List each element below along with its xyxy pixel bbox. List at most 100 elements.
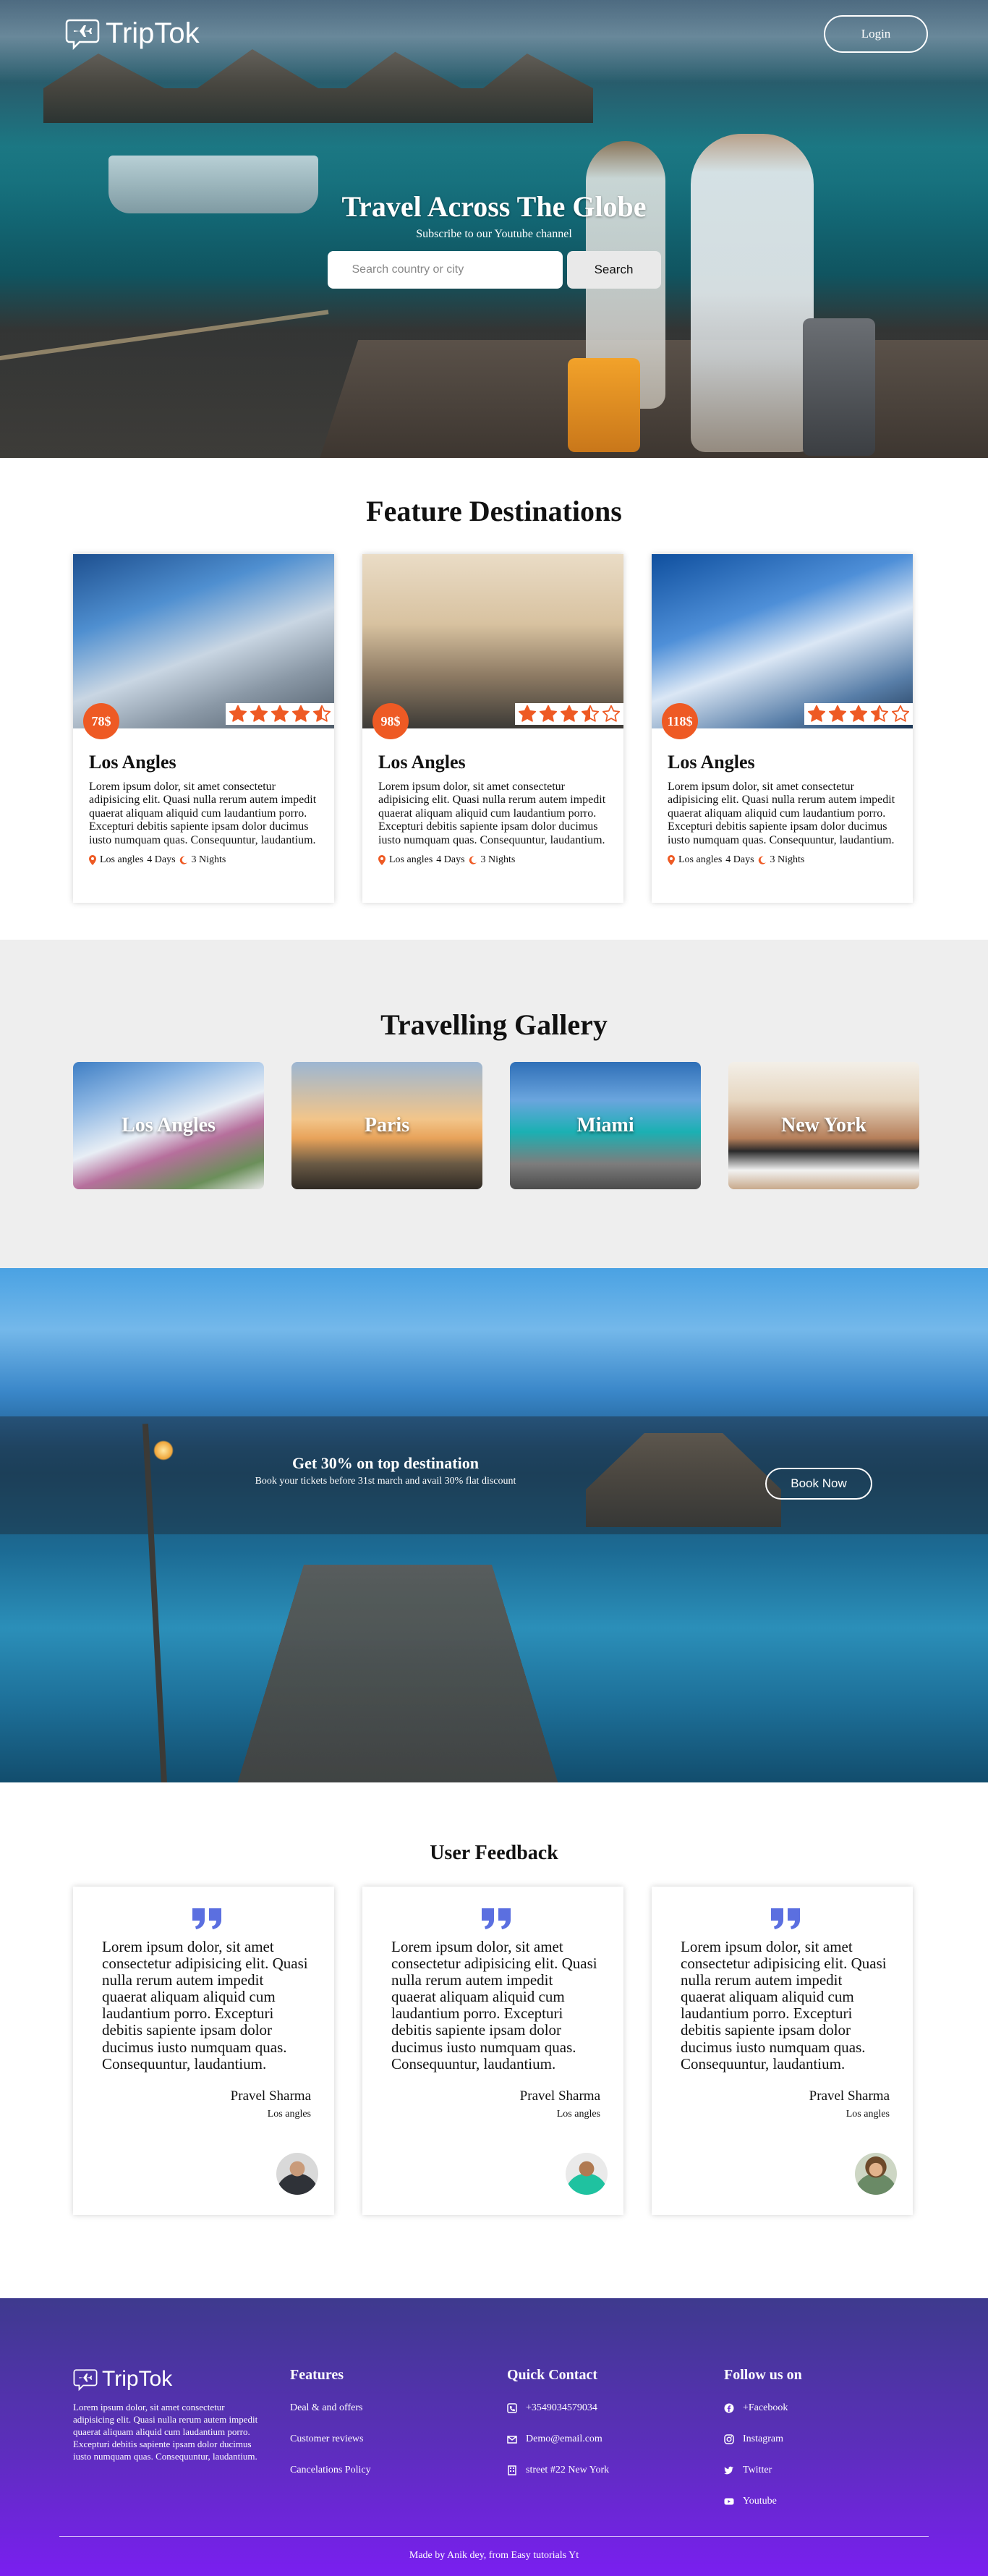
star-full-icon <box>229 705 247 722</box>
footer-contact-column: Quick Contact +3549034579034 Demo@email.… <box>507 2367 609 2486</box>
gallery-row: Los Angles Paris Miami New York <box>73 1062 988 1189</box>
destination-image <box>362 554 623 728</box>
star-full-icon <box>849 705 868 722</box>
book-now-button[interactable]: Book Now <box>765 1468 872 1500</box>
gallery-item-label: Los Angles <box>122 1114 216 1136</box>
avatar <box>855 2153 897 2195</box>
destination-image <box>652 554 913 728</box>
instagram-icon <box>724 2433 734 2444</box>
rating-stars <box>515 703 623 725</box>
building-icon <box>508 2465 516 2475</box>
footer-credit: Made by Anik dey, from Easy tutorials Yt <box>409 2550 579 2561</box>
navbar: TripTok Login <box>0 0 988 65</box>
star-full-icon <box>250 705 268 722</box>
star-empty-icon <box>602 705 621 722</box>
footer-social-facebook[interactable]: +Facebook <box>724 2392 802 2423</box>
footer-social-instagram[interactable]: Instagram <box>724 2423 802 2454</box>
footer-phone-text: +3549034579034 <box>526 2402 597 2413</box>
login-button[interactable]: Login <box>824 15 928 53</box>
star-full-icon <box>807 705 826 722</box>
card-location: Los angles <box>100 854 144 865</box>
star-empty-icon <box>891 705 910 722</box>
card-location: Los angles <box>389 854 433 865</box>
footer-features-column: Features Deal & and offers Customer revi… <box>290 2367 371 2486</box>
footer-contact-phone[interactable]: +3549034579034 <box>507 2392 609 2423</box>
offer-jetty-image <box>166 1565 629 1782</box>
star-full-icon <box>291 705 310 722</box>
footer-heading: Quick Contact <box>507 2367 597 2383</box>
hero-section: TripTok Login Travel Across The Globe Su… <box>0 0 988 458</box>
feedback-text: Lorem ipsum dolor, sit amet consectetur … <box>391 1938 597 2073</box>
gallery-item-label: Miami <box>576 1114 634 1136</box>
footer-social-label: Youtube <box>743 2495 777 2507</box>
gallery-item-label: New York <box>781 1114 866 1136</box>
search-button[interactable]: Search <box>566 251 661 289</box>
footer-contact-email[interactable]: Demo@email.com <box>507 2423 609 2454</box>
footer-logo-text: TripTok <box>102 2367 173 2391</box>
offer-section: Get 30% on top destination Book your tic… <box>0 1268 988 1782</box>
destination-card[interactable]: 118$ Los Angles Lorem ipsum dolor, sit a… <box>652 554 913 903</box>
hero-rail-image <box>0 310 334 399</box>
feedback-location: Los angles <box>556 2108 600 2120</box>
footer-social-label: Instagram <box>743 2433 783 2444</box>
logo-text: TripTok <box>106 17 200 49</box>
offer-title: Get 30% on top destination <box>292 1454 479 1472</box>
location-pin-icon <box>668 854 675 865</box>
footer-description: Lorem ipsum dolor, sit amet consectetur … <box>73 2402 258 2462</box>
footer-logo[interactable]: TripTok <box>73 2367 265 2392</box>
gallery-item-miami[interactable]: Miami <box>510 1062 701 1189</box>
footer-link-cancelations[interactable]: Cancelations Policy <box>290 2454 371 2486</box>
hero-suitcase-image <box>803 318 875 456</box>
gallery-title: Travelling Gallery <box>380 1008 608 1041</box>
star-full-icon <box>518 705 537 722</box>
twitter-icon <box>724 2466 733 2474</box>
gallery-item-label: Paris <box>364 1114 410 1136</box>
card-days: 4 Days <box>725 854 754 865</box>
footer-link-reviews[interactable]: Customer reviews <box>290 2423 371 2454</box>
envelope-icon <box>507 2435 517 2444</box>
quote-icon <box>770 1908 800 1929</box>
footer-follow-column: Follow us on +Facebook Instagram Twitter… <box>724 2367 802 2517</box>
feedback-text: Lorem ipsum dolor, sit amet consectetur … <box>102 1938 308 2073</box>
star-full-icon <box>828 705 847 722</box>
offer-subtitle: Book your tickets before 31st march and … <box>255 1476 516 1487</box>
gallery-section: Travelling Gallery Los Angles Paris Miam… <box>0 940 988 1268</box>
footer-link-deals[interactable]: Deal & and offers <box>290 2392 371 2423</box>
plane-chat-icon <box>65 19 100 51</box>
hero-content: Travel Across The Globe Subscribe to our… <box>0 190 988 289</box>
footer-heading: Follow us on <box>724 2367 802 2383</box>
feedback-cards: Lorem ipsum dolor, sit amet consectetur … <box>73 1887 988 2215</box>
logo[interactable]: TripTok <box>65 16 200 51</box>
gallery-item-los-angles[interactable]: Los Angles <box>73 1062 264 1189</box>
location-pin-icon <box>89 854 96 865</box>
facebook-icon <box>724 2403 734 2413</box>
price-badge: 118$ <box>662 703 698 739</box>
footer: TripTok Lorem ipsum dolor, sit amet cons… <box>0 2298 988 2576</box>
footer-social-label: Twitter <box>743 2464 772 2475</box>
footer-social-youtube[interactable]: Youtube <box>724 2486 802 2517</box>
avatar <box>276 2153 318 2195</box>
hero-suitcase-image <box>568 358 640 452</box>
feedback-card: Lorem ipsum dolor, sit amet consectetur … <box>362 1887 623 2215</box>
gallery-item-paris[interactable]: Paris <box>291 1062 482 1189</box>
card-meta: Los angles 4 Days 3 Nights <box>378 854 608 866</box>
footer-email-text: Demo@email.com <box>526 2433 602 2444</box>
feedback-name: Pravel Sharma <box>809 2088 890 2104</box>
card-days: 4 Days <box>147 854 176 865</box>
search-input[interactable] <box>327 251 563 289</box>
card-description: Lorem ipsum dolor, sit amet consectetur … <box>378 781 606 846</box>
card-nights: 3 Nights <box>191 854 226 865</box>
footer-contact-address[interactable]: street #22 New York <box>507 2454 609 2486</box>
destination-card[interactable]: 78$ Los Angles Lorem ipsum dolor, sit am… <box>73 554 334 903</box>
moon-icon <box>179 856 187 864</box>
gallery-item-new-york[interactable]: New York <box>728 1062 919 1189</box>
feedback-text: Lorem ipsum dolor, sit amet consectetur … <box>681 1938 887 2073</box>
footer-brand-column: TripTok Lorem ipsum dolor, sit amet cons… <box>73 2367 265 2462</box>
phone-icon <box>507 2402 517 2413</box>
moon-icon <box>469 856 477 864</box>
footer-social-twitter[interactable]: Twitter <box>724 2454 802 2486</box>
hero-subtitle: Subscribe to our Youtube channel <box>416 228 572 240</box>
footer-divider <box>59 2536 929 2537</box>
destination-card[interactable]: 98$ Los Angles Lorem ipsum dolor, sit am… <box>362 554 623 903</box>
card-description: Lorem ipsum dolor, sit amet consectetur … <box>668 781 895 846</box>
